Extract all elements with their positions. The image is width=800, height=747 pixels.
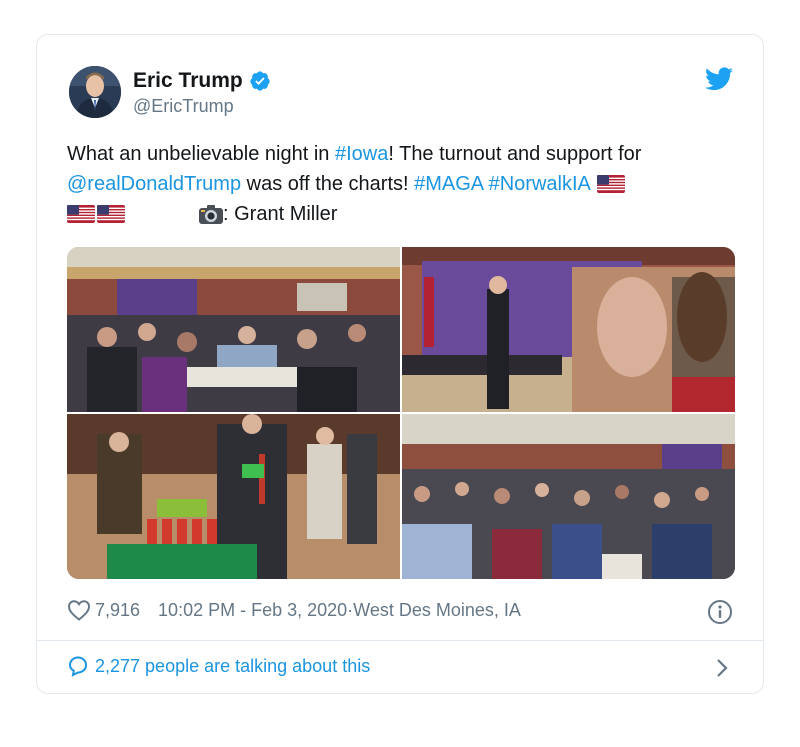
comment-bubble-icon [68,656,88,677]
flag-us-icon [97,205,125,223]
heart-icon[interactable] [67,599,91,621]
tweet-text-part3: was off the charts! [241,173,415,195]
tweet-text-part2: ! The turnout and support for [388,143,642,165]
tweet-location[interactable]: West Des Moines, IA [353,600,521,621]
tweet-photo-speaker[interactable] [402,247,735,412]
hashtag-iowa-link[interactable]: #Iowa [335,143,388,165]
author-name-row: Eric Trump [133,69,271,93]
twitter-bird-icon[interactable] [705,67,733,91]
mention-link[interactable]: @realDonaldTrump [67,173,241,195]
chevron-right-icon[interactable] [715,657,729,679]
tweet-timestamp[interactable]: 10:02 PM - Feb 3, 2020 [158,600,347,621]
like-count[interactable]: 7,916 [95,600,140,621]
tweet-text-part1: What an unbelievable night in [67,143,335,165]
photo-grid [67,247,735,579]
author-name[interactable]: Eric Trump [133,69,243,93]
divider [37,640,763,641]
conversation-link[interactable]: 2,277 people are talking about this [67,655,370,677]
info-icon[interactable] [707,599,733,625]
tweet-text: What an unbelievable night in #Iowa! The… [67,139,757,229]
verified-icon [250,71,270,91]
hashtag-maga-link[interactable]: #MAGA [414,173,483,195]
tweet-meta: 7,916 10:02 PM - Feb 3, 2020 · West Des … [67,599,521,621]
camera-icon [199,205,223,224]
flag-us-icon [67,205,95,223]
author-avatar[interactable] [69,66,121,118]
hashtag-norwalk-link[interactable]: #NorwalkIA [489,173,590,195]
tweet-photo-cookie-table[interactable] [67,414,400,579]
photo-credit: : Grant Miller [223,203,338,225]
tweet-photo-audience[interactable] [402,414,735,579]
tweet-photo-crowd-room[interactable] [67,247,400,412]
tweet-card: Eric Trump @EricTrump What an unbelievab… [36,34,764,694]
flag-us-icon [597,175,626,193]
author-handle[interactable]: @EricTrump [133,96,234,117]
talking-count-text: 2,277 people are talking about this [95,655,371,676]
